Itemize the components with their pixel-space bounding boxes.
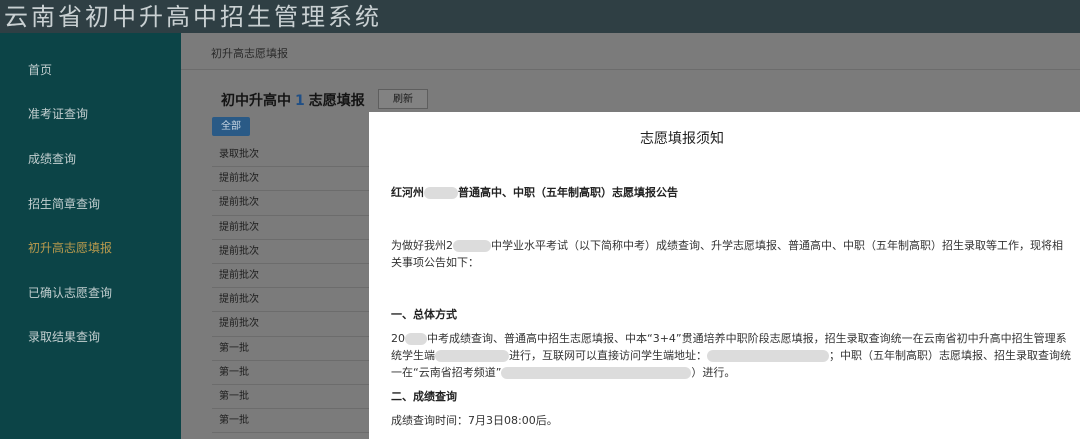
page-title-suffix: 志愿填报 — [308, 93, 365, 109]
sidebar-item-brochure-query[interactable]: 招生简章查询 — [0, 189, 181, 219]
page-title: 初中升高中 1 志愿填报 — [221, 90, 365, 110]
redacted-text — [501, 367, 692, 379]
section-heading: 二、成绩查询 — [391, 390, 457, 403]
para1-a: 为做好我州2 — [391, 239, 453, 252]
top-bar: 云南省初中升高中招生管理系统 — [0, 0, 1080, 33]
sidebar-item-confirmed-query[interactable]: 已确认志愿查询 — [0, 278, 181, 308]
sidebar-item-score-query[interactable]: 成绩查询 — [0, 144, 181, 174]
notice-title-a: 红河州 — [391, 186, 424, 199]
app-title: 云南省初中升高中招生管理系统 — [4, 3, 382, 31]
method-paragraph: 20 中考成绩查询、普通高中招生志愿填报、中本“3+4”贯通培养中职阶段志愿填报，… — [391, 330, 1071, 381]
para2-a: 20 — [391, 332, 405, 345]
refresh-button[interactable]: 刷新 — [378, 89, 428, 109]
redacted-text — [453, 240, 491, 252]
divider — [181, 69, 1080, 70]
page-title-number: 1 — [295, 93, 305, 109]
section-heading: 一、总体方式 — [391, 308, 457, 321]
sidebar: 首页 准考证查询 成绩查询 招生简章查询 初升高志愿填报 已确认志愿查询 录取结… — [0, 33, 181, 439]
sidebar-item-admission-ticket[interactable]: 准考证查询 — [0, 99, 181, 129]
sidebar-item-home[interactable]: 首页 — [0, 55, 181, 85]
para2-e: ）进行。 — [691, 366, 736, 379]
app-window: 云南省初中升高中招生管理系统 首页 准考证查询 成绩查询 招生简章查询 初升高志… — [0, 0, 1080, 439]
redacted-text — [707, 350, 829, 362]
redacted-text — [405, 333, 427, 345]
page-title-prefix: 初中升高中 — [221, 93, 291, 109]
all-filter-button[interactable]: 全部 — [212, 117, 250, 136]
notice-title-b: 普通高中、中职（五年制高职）志愿填报公告 — [458, 186, 678, 199]
redacted-text — [435, 350, 509, 362]
score-time-paragraph: 成绩查询时间：7月3日08:00后。 — [391, 414, 558, 427]
notice-title: 红河州 普通高中、中职（五年制高职）志愿填报公告 — [391, 184, 1071, 201]
sidebar-item-result-query[interactable]: 录取结果查询 — [0, 322, 181, 352]
para2-c: 进行，互联网可以直接访问学生端地址： — [509, 349, 707, 362]
notice-modal[interactable]: 志愿填报须知 红河州 普通高中、中职（五年制高职）志愿填报公告 为做好我州2 中学业… — [369, 112, 1080, 439]
intro-paragraph: 为做好我州2 中学业水平考试（以下简称中考）成绩查询、升学志愿填报、普通高中、中职… — [391, 237, 1071, 271]
modal-title: 志愿填报须知 — [640, 131, 724, 147]
sidebar-item-application[interactable]: 初升高志愿填报 — [0, 233, 181, 263]
redacted-text — [424, 187, 458, 199]
para1-b: 中学业水平考试（以下简称中考）成绩查询、升学志愿填报、普通高中、中职（五年制高职… — [391, 239, 1063, 269]
breadcrumb[interactable]: 初升高志愿填报 — [211, 45, 288, 61]
